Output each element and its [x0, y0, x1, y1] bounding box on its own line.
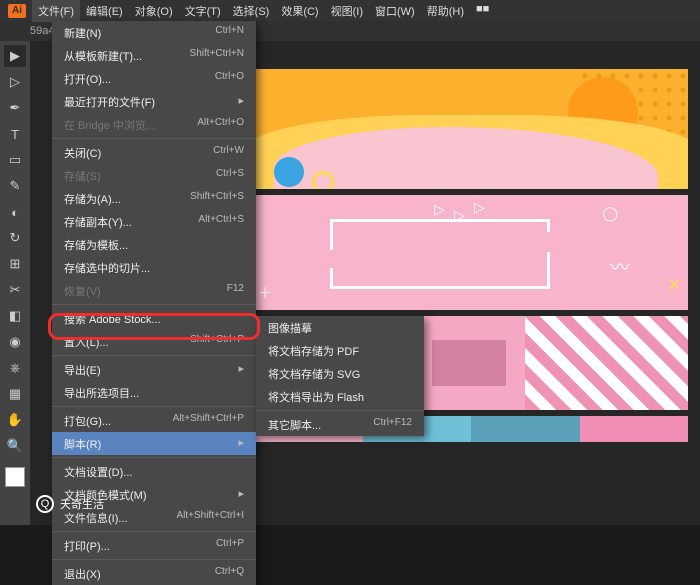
tool-14[interactable]: ✋ [4, 409, 26, 431]
tool-2[interactable]: ✒ [4, 97, 26, 119]
tool-6[interactable]: ◐ [4, 201, 26, 223]
menu-9[interactable]: ■■ [470, 0, 495, 22]
menu-6[interactable]: 视图(I) [325, 0, 369, 22]
menu-item-20[interactable]: 打包(G)...Alt+Shift+Ctrl+P [52, 409, 256, 432]
menu-item-2[interactable]: 打开(O)...Ctrl+O [52, 67, 256, 90]
tool-15[interactable]: 🔍 [4, 435, 26, 457]
menu-item-1[interactable]: 从模板新建(T)...Shift+Ctrl+N [52, 44, 256, 67]
menu-item-15[interactable]: 置入(L)...Shift+Ctrl+P [52, 330, 256, 353]
menu-item-12: 恢复(V)F12 [52, 279, 256, 302]
menu-5[interactable]: 效果(C) [275, 0, 324, 22]
tool-9[interactable]: ✂ [4, 279, 26, 301]
menu-item-3[interactable]: 将文档导出为 Flash [256, 385, 424, 408]
menu-item-2[interactable]: 将文档存储为 SVG [256, 362, 424, 385]
tool-4[interactable]: ▭ [4, 149, 26, 171]
menu-item-23[interactable]: 文档设置(D)... [52, 460, 256, 483]
scripts-submenu[interactable]: 图像描摹将文档存储为 PDF将文档存储为 SVG将文档导出为 Flash 其它脚本… [256, 316, 424, 436]
app-icon: Ai [8, 4, 26, 18]
menu-3[interactable]: 文字(T) [179, 0, 227, 22]
tool-8[interactable]: ⊞ [4, 253, 26, 275]
tool-0[interactable]: ▶ [4, 45, 26, 67]
tool-1[interactable]: ▷ [4, 71, 26, 93]
menu-item-4: 在 Bridge 中浏览...Alt+Ctrl+O [52, 113, 256, 136]
menu-7[interactable]: 窗口(W) [369, 0, 421, 22]
menu-item-18[interactable]: 导出所选项目... [52, 381, 256, 404]
menubar: Ai 文件(F)编辑(E)对象(O)文字(T)选择(S)效果(C)视图(I)窗口… [0, 0, 700, 21]
menu-item-11[interactable]: 存储选中的切片... [52, 256, 256, 279]
menu-item-6[interactable]: 关闭(C)Ctrl+W [52, 141, 256, 164]
watermark-icon: Q [36, 495, 54, 513]
menu-item-21[interactable]: 脚本(R)▸ [52, 432, 256, 455]
tool-10[interactable]: ◧ [4, 305, 26, 327]
menu-item-3[interactable]: 最近打开的文件(F)▸ [52, 90, 256, 113]
menu-item-1[interactable]: 将文档存储为 PDF [256, 339, 424, 362]
tool-panel: ▶ ▷ ✒ T ▭ ✎ ◐ ↻ ⊞ ✂ ◧ ◉ ⎈ ▦ ✋ 🔍 [0, 41, 30, 525]
artboard-1 [254, 69, 688, 189]
color-swatch[interactable] [5, 467, 25, 487]
tool-13[interactable]: ▦ [4, 383, 26, 405]
tool-11[interactable]: ◉ [4, 331, 26, 353]
menu-item-0[interactable]: 图像描摹 [256, 316, 424, 339]
menu-item-7: 存储(S)Ctrl+S [52, 164, 256, 187]
menu-item-29[interactable]: 退出(X)Ctrl+Q [52, 562, 256, 585]
watermark-text: 天奇生活 [60, 496, 104, 512]
menu-8[interactable]: 帮助(H) [421, 0, 470, 22]
menu-1[interactable]: 编辑(E) [80, 0, 129, 22]
menu-2[interactable]: 对象(O) [129, 0, 179, 22]
menu-item-8[interactable]: 存储为(A)...Shift+Ctrl+S [52, 187, 256, 210]
menu-item-5[interactable]: 其它脚本...Ctrl+F12 [256, 413, 424, 436]
menu-item-17[interactable]: 导出(E)▸ [52, 358, 256, 381]
tool-5[interactable]: ✎ [4, 175, 26, 197]
menu-item-27[interactable]: 打印(P)...Ctrl+P [52, 534, 256, 557]
menu-item-9[interactable]: 存储副本(Y)...Alt+Ctrl+S [52, 210, 256, 233]
tool-12[interactable]: ⎈ [4, 357, 26, 379]
menu-4[interactable]: 选择(S) [227, 0, 276, 22]
menu-item-10[interactable]: 存储为模板... [52, 233, 256, 256]
menu-0[interactable]: 文件(F) [32, 0, 80, 22]
tool-3[interactable]: T [4, 123, 26, 145]
menu-item-0[interactable]: 新建(N)Ctrl+N [52, 21, 256, 44]
menu-item-14[interactable]: 搜索 Adobe Stock... [52, 307, 256, 330]
artboard-2: ▷ ▷ ▷ 〰 ✕ ◯ ＋ [254, 195, 688, 310]
watermark: Q 天奇生活 [36, 495, 104, 513]
tool-7[interactable]: ↻ [4, 227, 26, 249]
